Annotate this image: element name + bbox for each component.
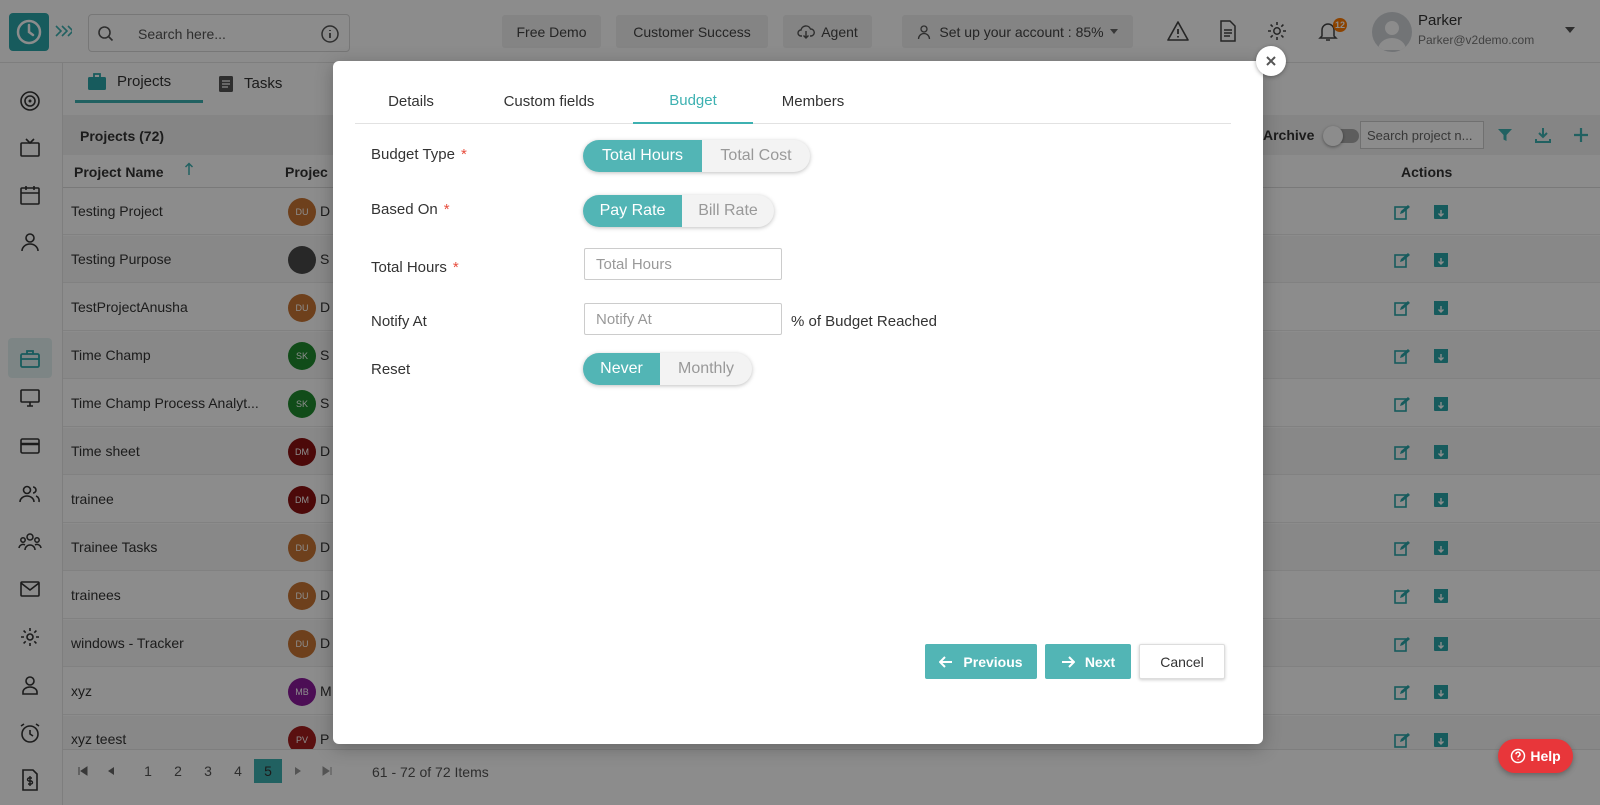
next-button[interactable]: Next [1045,644,1131,679]
budget-type-total-hours[interactable]: Total Hours [583,140,702,172]
reset-label: Reset [371,361,411,378]
tab-members[interactable]: Members [753,79,873,124]
help-button[interactable]: Help [1498,739,1573,773]
based-on-pay-rate[interactable]: Pay Rate [583,195,682,227]
budget-type-total-cost[interactable]: Total Cost [702,140,810,172]
modal-tabs: Details Custom fields Budget Members [355,79,1231,124]
tab-budget[interactable]: Budget [633,79,753,124]
reset-toggle: Never Monthly [583,353,752,385]
help-question-icon [1510,748,1526,764]
tab-details[interactable]: Details [355,79,467,124]
previous-button[interactable]: Previous [925,644,1037,679]
budget-type-toggle: Total Hours Total Cost [583,140,810,172]
total-hours-label: Total Hours * [371,259,459,276]
based-on-bill-rate[interactable]: Bill Rate [682,195,774,227]
notify-at-label: Notify At [371,313,427,330]
arrow-left-icon [939,655,953,668]
total-hours-input[interactable] [584,248,782,280]
project-budget-modal: Details Custom fields Budget Members Bud… [333,61,1263,744]
next-label: Next [1084,653,1116,670]
reset-monthly[interactable]: Monthly [660,353,752,385]
close-icon [1266,56,1276,66]
help-label: Help [1530,748,1561,764]
notify-at-suffix: % of Budget Reached [791,313,937,330]
modal-close-button[interactable] [1256,46,1286,76]
reset-never[interactable]: Never [583,353,660,385]
notify-at-input[interactable] [584,303,782,335]
based-on-label: Based On * [371,201,450,218]
tab-custom-fields[interactable]: Custom fields [467,79,631,124]
arrow-right-icon [1061,655,1075,668]
cancel-button[interactable]: Cancel [1139,644,1225,679]
based-on-toggle: Pay Rate Bill Rate [583,195,774,227]
budget-type-label: Budget Type * [371,146,467,163]
previous-label: Previous [963,653,1023,670]
